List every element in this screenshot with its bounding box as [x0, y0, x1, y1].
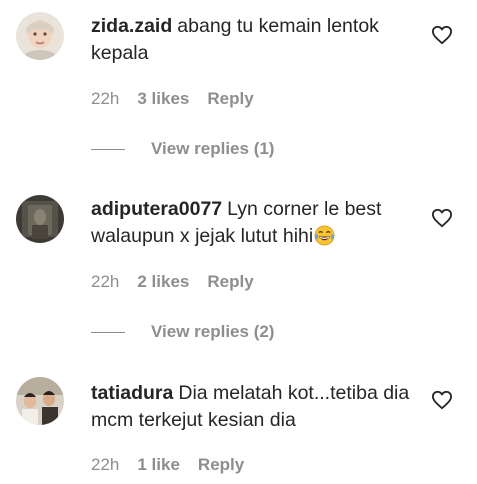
comment-time[interactable]: 22h: [91, 89, 119, 109]
comment-username[interactable]: zida.zaid: [91, 15, 172, 37]
view-replies-label: View replies (2): [151, 322, 275, 341]
comment-time[interactable]: 22h: [91, 272, 119, 292]
heart-icon[interactable]: [431, 25, 453, 45]
heart-icon[interactable]: [431, 390, 453, 410]
avatar[interactable]: [16, 377, 64, 425]
avatar[interactable]: [16, 12, 64, 60]
comment-meta: 22h 1 like Reply: [91, 455, 244, 475]
reply-button[interactable]: Reply: [207, 89, 253, 109]
comment-username[interactable]: adiputera0077: [91, 198, 222, 220]
reply-button[interactable]: Reply: [207, 272, 253, 292]
comment-meta: 22h 2 likes Reply: [91, 272, 254, 292]
avatar[interactable]: [16, 195, 64, 243]
comment-likes[interactable]: 3 likes: [137, 89, 189, 109]
divider-line: [91, 331, 125, 333]
reply-button[interactable]: Reply: [198, 455, 244, 475]
comment-likes[interactable]: 1 like: [137, 455, 180, 475]
comment-time[interactable]: 22h: [91, 455, 119, 475]
comment-text: tatiadura Dia melatah kot...tetiba dia mc…: [91, 380, 411, 434]
comment-likes[interactable]: 2 likes: [137, 272, 189, 292]
comment-text: zida.zaid abang tu kemain lentok kepala: [91, 13, 411, 67]
heart-icon[interactable]: [431, 208, 453, 228]
comment-text: adiputera0077 Lyn corner le best walaupun…: [91, 196, 411, 250]
comment-username[interactable]: tatiadura: [91, 382, 173, 404]
view-replies-label: View replies (1): [151, 139, 275, 158]
view-replies-button[interactable]: View replies (2): [91, 322, 274, 342]
divider-line: [91, 148, 125, 150]
comment-meta: 22h 3 likes Reply: [91, 89, 254, 109]
view-replies-button[interactable]: View replies (1): [91, 139, 274, 159]
tears-of-joy-emoji: [314, 225, 335, 246]
